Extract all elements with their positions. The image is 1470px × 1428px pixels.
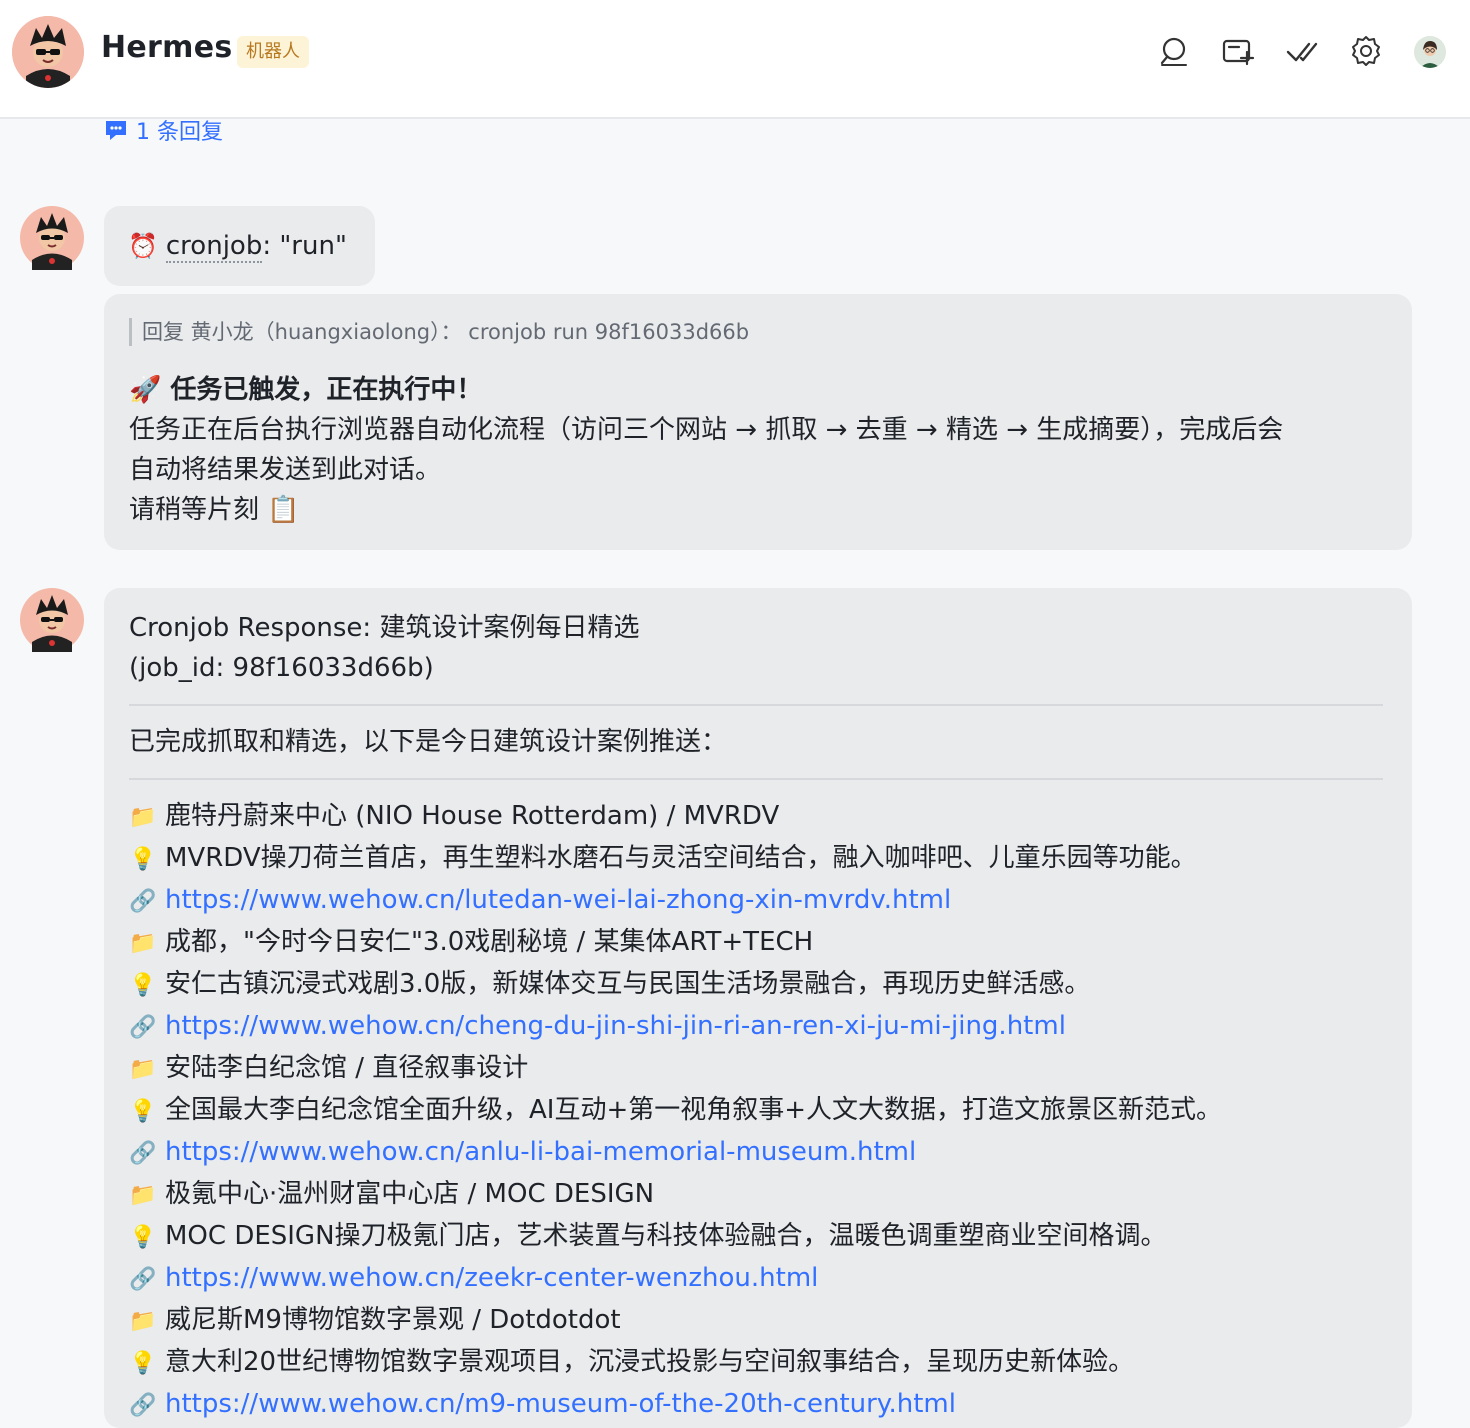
case-item: 📁 安陆李白纪念馆 / 直径叙事设计 💡 全国最大李白纪念馆全面升级，AI互动+第一… bbox=[129, 1048, 1387, 1174]
thread-reply-link[interactable]: 1 条回复 bbox=[104, 117, 223, 145]
folder-icon: 📁 bbox=[129, 1057, 157, 1082]
settings-icon[interactable] bbox=[1349, 34, 1383, 68]
case-title: 成都，"今时今日安仁"3.0戏剧秘境 / 某集体ART+TECH bbox=[165, 927, 814, 957]
link-icon: 🔗 bbox=[129, 1141, 157, 1166]
case-link[interactable]: https://www.wehow.cn/lutedan-wei-lai-zho… bbox=[165, 885, 951, 915]
link-icon: 🔗 bbox=[129, 1015, 157, 1040]
case-link[interactable]: https://www.wehow.cn/cheng-du-jin-shi-ji… bbox=[165, 1011, 1066, 1041]
case-title: 威尼斯M9博物馆数字景观 / Dotdotdot bbox=[165, 1305, 621, 1335]
folder-icon: 📁 bbox=[129, 1309, 157, 1334]
lightbulb-icon: 💡 bbox=[129, 1099, 157, 1124]
response-intro: 已完成抓取和精选，以下是今日建筑设计案例推送： bbox=[129, 727, 728, 757]
case-description: MOC DESIGN操刀极氪门店，艺术装置与科技体验融合，温暖色调重塑商业空间格… bbox=[165, 1221, 1167, 1251]
case-link[interactable]: https://www.wehow.cn/zeekr-center-wenzho… bbox=[165, 1263, 818, 1293]
bot-avatar[interactable] bbox=[20, 206, 84, 270]
message-bubble-cronjob-command: ⏰ cronjob: "run" bbox=[104, 206, 375, 286]
divider bbox=[129, 704, 1383, 706]
comment-icon bbox=[106, 121, 126, 140]
chat-header: Hermes 机器人 bbox=[0, 0, 1470, 119]
lightbulb-icon: 💡 bbox=[129, 973, 157, 998]
case-item: 📁 鹿特丹蔚来中心 (NIO House Rotterdam) / MVRDV 💡… bbox=[129, 796, 1387, 922]
user-avatar[interactable] bbox=[1414, 36, 1446, 68]
link-icon: 🔗 bbox=[129, 1393, 157, 1418]
folder-icon: 📁 bbox=[129, 805, 157, 830]
response-title: Cronjob Response: 建筑设计案例每日精选 bbox=[129, 613, 640, 643]
alarm-clock-icon: ⏰ bbox=[128, 232, 158, 260]
case-item: 📁 威尼斯M9博物馆数字景观 / Dotdotdot 💡 意大利20世纪博物馆数字景… bbox=[129, 1300, 1387, 1426]
ack-title: 🚀 任务已触发，正在执行中！ bbox=[129, 375, 483, 405]
lightbulb-icon: 💡 bbox=[129, 1351, 157, 1376]
bot-badge: 机器人 bbox=[237, 36, 309, 68]
case-description: 意大利20世纪博物馆数字景观项目，沉浸式投影与空间叙事结合，呈现历史新体验。 bbox=[165, 1347, 1135, 1377]
chat-title: Hermes bbox=[101, 30, 233, 65]
search-icon[interactable] bbox=[1157, 34, 1191, 68]
case-description: 安仁古镇沉浸式戏剧3.0版，新媒体交互与民国生活场景融合，再现历史鲜活感。 bbox=[165, 969, 1091, 999]
lightbulb-icon: 💡 bbox=[129, 847, 157, 872]
divider bbox=[129, 778, 1383, 780]
case-link[interactable]: https://www.wehow.cn/anlu-li-bai-memoria… bbox=[165, 1137, 916, 1167]
lightbulb-icon: 💡 bbox=[129, 1225, 157, 1250]
case-description: 全国最大李白纪念馆全面升级，AI互动+第一视角叙事+人文大数据，打造文旅景区新范… bbox=[165, 1095, 1223, 1125]
command-args: : "run" bbox=[262, 231, 347, 261]
ack-body-line-1: 任务正在后台执行浏览器自动化流程（访问三个网站 → 抓取 → 去重 → 精选 →… bbox=[129, 415, 1284, 445]
link-icon: 🔗 bbox=[129, 1267, 157, 1292]
folder-icon: 📁 bbox=[129, 931, 157, 956]
response-job-id: (job_id: 98f16033d66b) bbox=[129, 653, 434, 683]
case-title: 极氪中心·温州财富中心店 / MOC DESIGN bbox=[165, 1179, 655, 1209]
message-bubble-ack: 回复 黄小龙（huangxiaolong）： cronjob run 98f16… bbox=[104, 294, 1412, 550]
cronjob-keyword[interactable]: cronjob bbox=[165, 231, 263, 263]
ack-body-line-3: 请稍等片刻 📋 bbox=[129, 495, 300, 525]
case-link[interactable]: https://www.wehow.cn/m9-museum-of-the-20… bbox=[165, 1389, 956, 1419]
case-item: 📁 极氪中心·温州财富中心店 / MOC DESIGN 💡 MOC DESIGN操刀… bbox=[129, 1174, 1387, 1300]
check-all-icon[interactable] bbox=[1285, 34, 1319, 68]
case-description: MVRDV操刀荷兰首店，再生塑料水磨石与灵活空间结合，融入咖啡吧、儿童乐园等功能… bbox=[165, 843, 1197, 873]
reply-quote[interactable]: 回复 黄小龙（huangxiaolong）： cronjob run 98f16… bbox=[129, 318, 1387, 346]
new-topic-icon[interactable] bbox=[1221, 34, 1255, 68]
folder-icon: 📁 bbox=[129, 1183, 157, 1208]
link-icon: 🔗 bbox=[129, 889, 157, 914]
reply-count-label: 1 条回复 bbox=[136, 120, 223, 145]
ack-body-line-2: 自动将结果发送到此对话。 bbox=[129, 455, 442, 485]
case-title: 安陆李白纪念馆 / 直径叙事设计 bbox=[165, 1053, 529, 1083]
case-item: 📁 成都，"今时今日安仁"3.0戏剧秘境 / 某集体ART+TECH 💡 安仁古镇沉… bbox=[129, 922, 1387, 1048]
bot-avatar[interactable] bbox=[20, 588, 84, 652]
message-bubble-cronjob-response: Cronjob Response: 建筑设计案例每日精选 (job_id: 98… bbox=[104, 588, 1412, 1428]
case-title: 鹿特丹蔚来中心 (NIO House Rotterdam) / MVRDV bbox=[165, 801, 780, 831]
bot-avatar[interactable] bbox=[12, 16, 84, 88]
